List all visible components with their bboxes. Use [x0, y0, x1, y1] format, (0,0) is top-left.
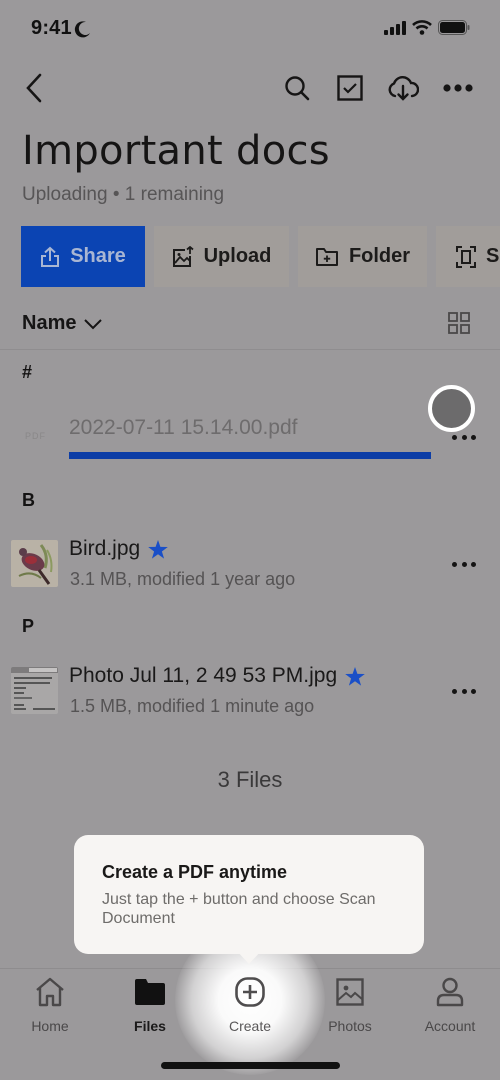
section-header-hash: #	[22, 362, 33, 382]
tab-label: Account	[424, 1018, 476, 1034]
ellipsis-icon	[443, 84, 473, 92]
sort-label: Name	[22, 312, 77, 334]
share-label: Share	[70, 245, 126, 267]
file-more-button[interactable]	[452, 557, 476, 571]
upload-progress-bar	[69, 452, 431, 459]
tab-label: Photos	[328, 1018, 372, 1034]
tooltip-title: Create a PDF anytime	[102, 862, 288, 882]
file-meta: 3.1 MB, modified 1 year ago	[70, 569, 296, 589]
tab-label: Create	[228, 1018, 272, 1034]
dot	[452, 434, 457, 440]
section-header-b: B	[22, 490, 35, 510]
tab-label: Files	[134, 1018, 166, 1034]
file-more-button[interactable]	[452, 684, 476, 698]
create-pdf-tooltip[interactable]: Create a PDF anytime Just tap the + butt…	[74, 835, 424, 954]
tooltip-arrow	[236, 950, 262, 964]
star-icon	[148, 539, 169, 559]
action-buttons: Share Upload Folder S	[21, 226, 500, 287]
touch-indicator	[428, 385, 475, 432]
home-icon	[36, 977, 64, 1007]
dot	[461, 434, 467, 440]
offline-button[interactable]	[385, 70, 421, 106]
section-header-p: P	[22, 616, 35, 636]
scan-label: S	[486, 245, 500, 267]
upload-status: Uploading • 1 remaining	[22, 184, 225, 205]
share-icon	[41, 246, 60, 267]
file-name: 2022-07-11 15.14.00.pdf	[69, 416, 298, 439]
scan-icon	[456, 245, 476, 268]
tab-account[interactable]: Account	[400, 975, 500, 1034]
dot	[471, 434, 476, 440]
moon-icon	[74, 21, 90, 38]
tooltip-body: Just tap the + button and choose Scan Do…	[102, 891, 376, 927]
new-folder-icon	[315, 247, 338, 266]
photo-thumbnail	[11, 667, 58, 714]
dot	[471, 561, 476, 567]
tab-label: Home	[31, 1018, 69, 1034]
photo-icon	[336, 978, 364, 1006]
star-icon	[345, 666, 365, 686]
tab-create[interactable]: Create	[200, 975, 300, 1034]
bird-thumbnail	[11, 540, 58, 587]
file-name-row: Photo Jul 11, 2 49 53 PM.jpg	[69, 664, 365, 688]
chevron-left-icon	[26, 73, 42, 103]
home-indicator[interactable]	[161, 1062, 340, 1069]
upload-progress-fill	[69, 452, 431, 459]
search-icon	[285, 76, 310, 101]
page-title: Important docs	[22, 128, 330, 174]
more-options-button[interactable]	[440, 70, 476, 106]
tab-home[interactable]: Home	[0, 975, 100, 1034]
grid-view-icon[interactable]	[448, 312, 470, 334]
search-button[interactable]	[279, 70, 315, 106]
file-name: Bird.jpg	[69, 537, 141, 560]
pdf-thumbnail: PDF	[25, 431, 46, 441]
share-button[interactable]: Share	[21, 226, 145, 287]
battery-icon	[438, 20, 470, 35]
upload-label: Upload	[203, 245, 272, 267]
file-meta: 1.5 MB, modified 1 minute ago	[70, 696, 315, 716]
dot	[471, 688, 476, 694]
files-count: 3 Files	[217, 767, 283, 792]
dot	[461, 688, 467, 694]
select-button[interactable]	[332, 70, 368, 106]
wifi-icon	[412, 20, 432, 35]
folder-label: Folder	[348, 245, 411, 267]
chevron-down-icon	[84, 318, 103, 329]
new-folder-button[interactable]: Folder	[298, 226, 427, 287]
list-divider	[0, 349, 500, 350]
dot	[461, 561, 467, 567]
scan-button[interactable]: S	[436, 226, 500, 287]
folder-icon	[135, 979, 165, 1005]
file-name: Photo Jul 11, 2 49 53 PM.jpg	[69, 664, 338, 687]
dot	[452, 688, 457, 694]
checkbox-icon	[337, 75, 363, 101]
status-indicators	[384, 20, 470, 35]
cellular-signal-icon	[384, 20, 406, 35]
person-icon	[436, 977, 464, 1007]
plus-circle-icon	[235, 977, 265, 1007]
file-more-button[interactable]	[452, 430, 476, 444]
tab-photos[interactable]: Photos	[300, 975, 400, 1034]
sort-by-name-button[interactable]: Name	[22, 312, 103, 335]
dot	[452, 561, 457, 567]
status-time: 9:41	[31, 17, 72, 39]
upload-image-icon	[172, 245, 194, 267]
upload-button[interactable]: Upload	[154, 226, 289, 287]
back-button[interactable]	[16, 70, 52, 106]
tab-files[interactable]: Files	[100, 975, 200, 1034]
cloud-download-icon	[388, 76, 419, 101]
file-name-row: Bird.jpg	[69, 537, 169, 561]
